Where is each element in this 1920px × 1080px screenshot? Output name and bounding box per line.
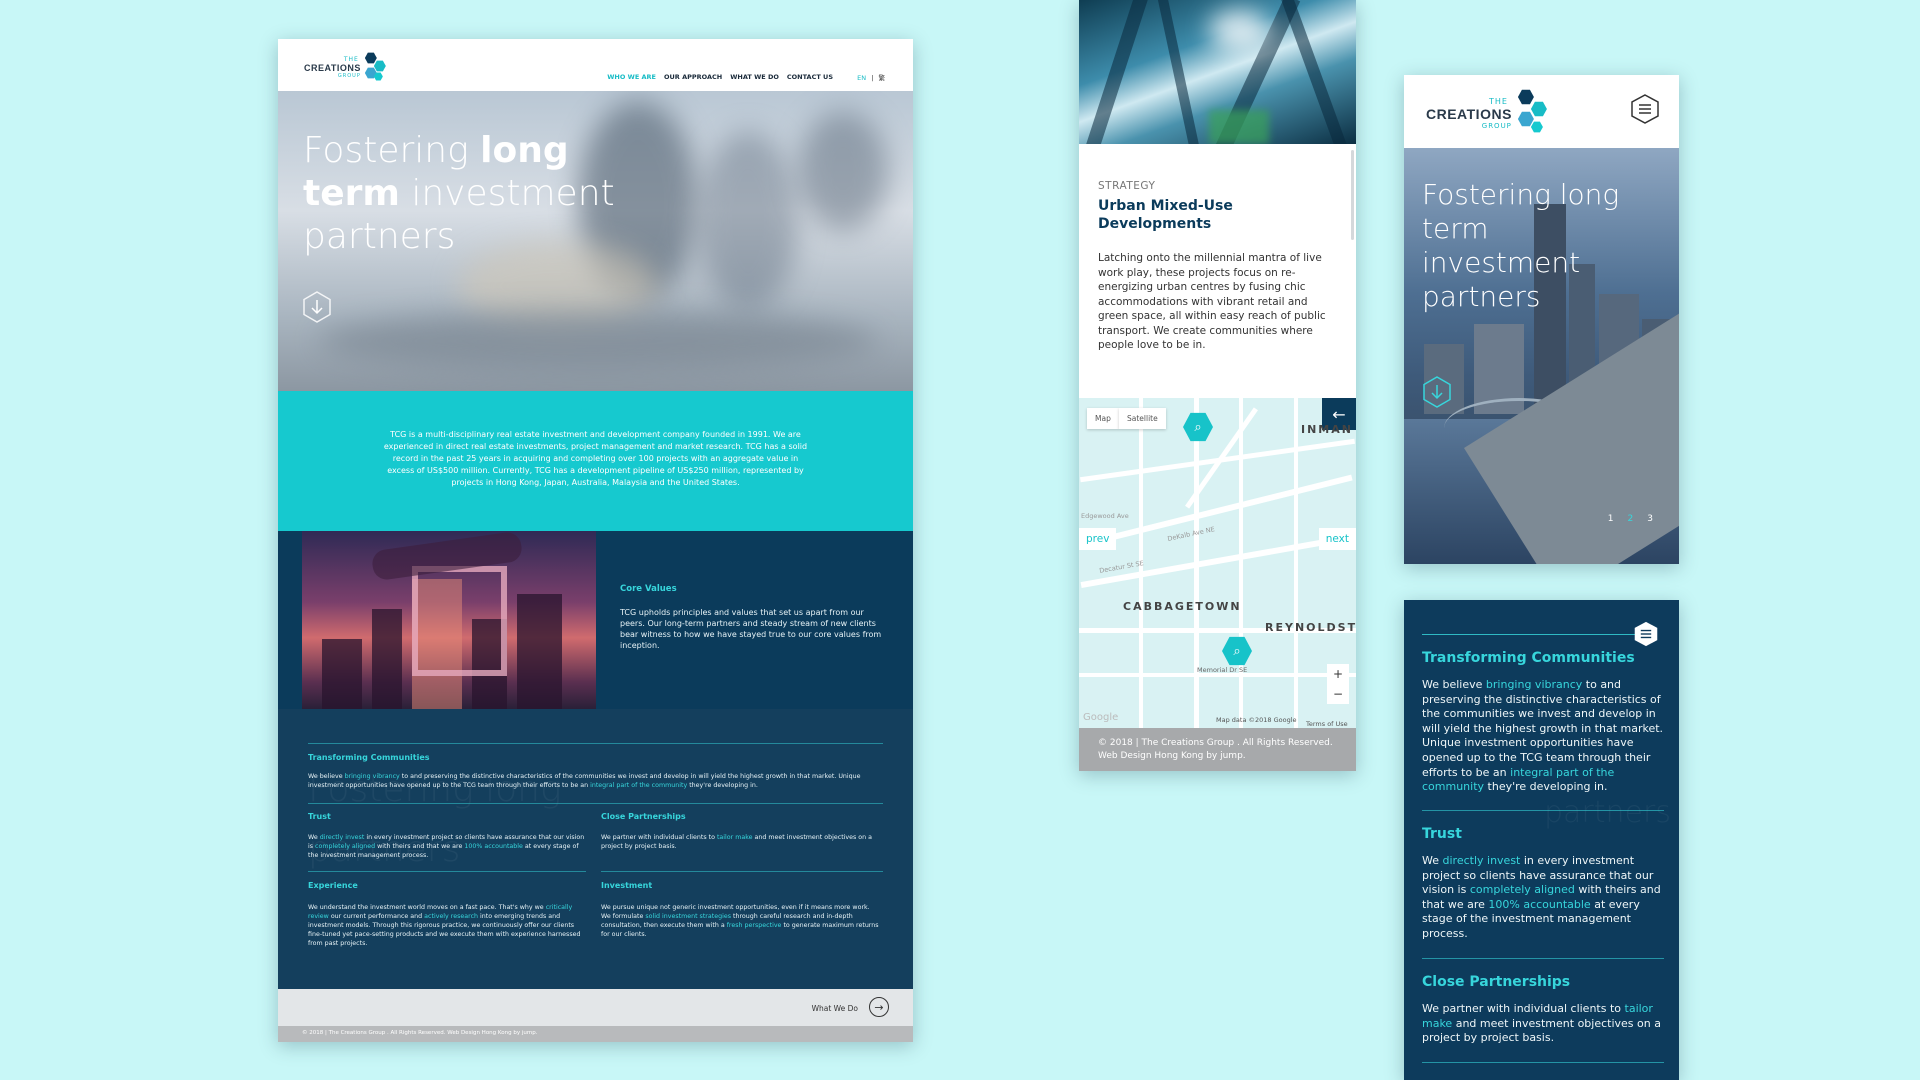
down-arrow-hex-icon-mobile[interactable] xyxy=(1422,376,1452,408)
core-values-section: Core Values TCG upholds principles and v… xyxy=(278,531,913,709)
street-label-edgewood: Edgewood Ave xyxy=(1081,512,1129,520)
map-terms-link[interactable]: Terms of Use xyxy=(1306,720,1348,728)
core-values-text: TCG upholds principles and values that s… xyxy=(620,608,882,650)
value-title-investment: Investment xyxy=(601,881,653,890)
map-type-satellite[interactable]: Satellite xyxy=(1119,408,1166,429)
arrow-right-circle-icon[interactable]: → xyxy=(869,997,889,1017)
mobile-values-page: partners Transforming Communities We bel… xyxy=(1404,600,1679,1080)
lang-separator: | xyxy=(871,74,874,82)
mobile-value-text-transforming: We believe bringing vibrancy to and pres… xyxy=(1422,678,1664,794)
hamburger-hex-icon-dark[interactable] xyxy=(1633,621,1659,647)
value-title-close-partnerships: Close Partnerships xyxy=(601,812,686,821)
values-section: Fostering long partners Transforming Com… xyxy=(278,709,913,989)
map-type-map[interactable]: Map xyxy=(1087,408,1119,429)
logo-hex-icon xyxy=(363,52,387,82)
strategy-title: Urban Mixed-Use Developments xyxy=(1098,198,1233,232)
mobile-value-text-close-partnerships: We partner with individual clients to ta… xyxy=(1422,1002,1661,1045)
about-text: TCG is a multi-disciplinary real estate … xyxy=(383,430,808,487)
mobile-strategy-page: STRATEGY Urban Mixed-Use Developments La… xyxy=(1079,0,1356,771)
mobile-footer: © 2018 | The Creations Group . All Right… xyxy=(1079,728,1356,771)
language-switch: EN | 繁 xyxy=(857,72,885,82)
mobile-value-title-trust: Trust xyxy=(1422,826,1462,842)
value-text-experience: We understand the investment world moves… xyxy=(308,904,581,947)
brand-logo-mobile[interactable]: THE CREATIONS GROUP xyxy=(1426,89,1550,137)
footer-copyright: © 2018 | The Creations Group . All Right… xyxy=(302,1030,538,1036)
brand-logo[interactable]: THE CREATIONS GROUP xyxy=(304,52,387,82)
mobile-header: THE CREATIONS GROUP xyxy=(1404,75,1679,148)
map-label-inman: INMAN xyxy=(1301,423,1353,436)
core-values-title: Core Values xyxy=(620,584,677,594)
slide-dot-1[interactable]: 1 xyxy=(1608,514,1614,524)
map-data-credit: Map data ©2018 Google xyxy=(1216,716,1297,724)
map-label-reynoldstown: REYNOLDSTO xyxy=(1265,621,1356,634)
search-marker-icon[interactable]: ⌕ xyxy=(1183,412,1213,442)
hero-title: Fostering long term investment partners xyxy=(303,130,615,257)
desktop-page: THE CREATIONS GROUP WHO WE ARE OUR APPRO… xyxy=(278,39,913,1042)
value-text-transforming: We believe bringing vibrancy to and pres… xyxy=(308,773,861,789)
street-label-memorial: Memorial Dr SE xyxy=(1197,666,1248,674)
search-marker-icon-2[interactable]: ⌕ xyxy=(1222,636,1252,666)
slide-dot-2[interactable]: 2 xyxy=(1628,514,1634,524)
ghost-heading-mobile: partners xyxy=(1544,795,1671,830)
map[interactable]: Map Satellite ← INMAN CABBAGETOWN REYNOL… xyxy=(1079,398,1356,728)
about-section: TCG is a multi-disciplinary real estate … xyxy=(278,391,913,531)
map-next-button[interactable]: next xyxy=(1318,528,1356,550)
scrollbar[interactable] xyxy=(1351,150,1354,240)
logo-the-mobile: THE xyxy=(1488,96,1508,106)
nav-contact-us[interactable]: CONTACT US xyxy=(787,73,833,81)
street-label-dekalb: DeKalb Ave NE xyxy=(1166,525,1216,543)
google-logo: Google xyxy=(1083,712,1119,723)
hamburger-hex-icon[interactable] xyxy=(1630,94,1660,124)
mobile-hero-title: Fostering long term investment partners xyxy=(1422,178,1620,313)
footer: © 2018 | The Creations Group . All Right… xyxy=(278,1026,913,1042)
slide-pagination: 1 2 3 xyxy=(1608,514,1653,524)
zoom-out-button[interactable]: − xyxy=(1327,684,1349,704)
map-label-cabbagetown: CABBAGETOWN xyxy=(1123,600,1242,613)
value-title-transforming: Transforming Communities xyxy=(308,753,430,762)
mobile-hero: Fostering long term investment partners … xyxy=(1404,148,1679,564)
logo-group-mobile: GROUP xyxy=(1481,121,1512,130)
mobile-value-text-trust: We directly invest in every investment p… xyxy=(1422,854,1661,940)
lang-en[interactable]: EN xyxy=(857,74,866,82)
city-frame-image xyxy=(302,531,596,709)
logo-wordmark-mobile: CREATIONS xyxy=(1426,105,1512,122)
main-menu: WHO WE ARE OUR APPROACH WHAT WE DO CONTA… xyxy=(607,73,833,81)
mobile-home-page: THE CREATIONS GROUP Fostering long term … xyxy=(1404,75,1679,564)
mobile-value-title-close-partnerships: Close Partnerships xyxy=(1422,974,1571,990)
nav-our-approach[interactable]: OUR APPROACH xyxy=(664,73,722,81)
mobile-footer-line2: Web Design Hong Kong by jump. xyxy=(1098,751,1246,761)
top-nav: THE CREATIONS GROUP WHO WE ARE OUR APPRO… xyxy=(278,39,913,91)
logo-the: THE xyxy=(343,55,359,63)
value-title-experience: Experience xyxy=(308,881,358,890)
logo-hex-icon-mobile xyxy=(1514,89,1550,137)
glass-building-image xyxy=(1079,0,1356,144)
nav-who-we-are[interactable]: WHO WE ARE xyxy=(607,73,656,81)
map-prev-button[interactable]: prev xyxy=(1079,528,1117,550)
zoom-in-button[interactable]: + xyxy=(1327,664,1349,684)
strategy-body: Latching onto the millennial mantra of l… xyxy=(1098,252,1326,351)
lang-zh[interactable]: 繁 xyxy=(879,74,886,82)
slide-dot-3[interactable]: 3 xyxy=(1647,514,1653,524)
value-title-trust: Trust xyxy=(308,812,331,821)
value-text-investment: We pursue unique not generic investment … xyxy=(601,904,879,938)
mobile-footer-line1: © 2018 | The Creations Group . All Right… xyxy=(1098,738,1333,748)
value-text-close-partnerships: We partner with individual clients to ta… xyxy=(601,834,873,850)
value-text-trust: We directly invest in every investment p… xyxy=(308,834,585,859)
mobile-value-title-transforming: Transforming Communities xyxy=(1422,650,1635,666)
strategy-kicker: STRATEGY xyxy=(1098,180,1156,192)
next-page-label[interactable]: What We Do xyxy=(812,1004,858,1013)
logo-wordmark: CREATIONS xyxy=(304,62,361,73)
logo-group: GROUP xyxy=(337,72,361,79)
nav-what-we-do[interactable]: WHAT WE DO xyxy=(730,73,779,81)
down-arrow-hex-icon[interactable] xyxy=(302,291,332,323)
hero-banner: Fostering long term investment partners xyxy=(278,91,913,391)
next-page-bar: What We Do → xyxy=(278,989,913,1026)
